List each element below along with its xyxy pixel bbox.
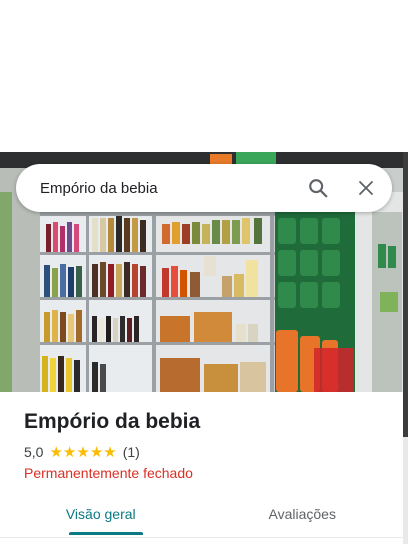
- rating-value: 5,0: [24, 444, 44, 460]
- scrollbar-thumb[interactable]: [403, 152, 408, 437]
- tab-reviews[interactable]: Avaliações: [202, 500, 404, 537]
- star-icon: ★: [62, 443, 77, 461]
- closed-status: Permanentemente fechado: [24, 465, 193, 481]
- clear-search-button[interactable]: [348, 170, 384, 206]
- map-blank-area: [0, 0, 408, 152]
- search-input[interactable]: [40, 173, 300, 203]
- star-icon: ★: [89, 443, 104, 461]
- search-box: [16, 164, 392, 212]
- star-icon: ★: [49, 443, 63, 461]
- close-icon: [359, 181, 373, 195]
- search-button[interactable]: [300, 170, 336, 206]
- search-icon: [309, 179, 328, 198]
- star-icon: ★: [103, 443, 117, 461]
- place-title: Empório da bebia: [24, 410, 201, 433]
- active-tab-indicator: [69, 532, 143, 535]
- star-icon: ★: [76, 443, 90, 461]
- place-tabs: Visão geral Avaliações: [0, 500, 403, 538]
- star-rating: ★ ★ ★ ★ ★: [49, 444, 116, 460]
- rating-row: 5,0 ★ ★ ★ ★ ★ (1): [24, 444, 140, 460]
- review-count-link[interactable]: (1): [123, 444, 140, 460]
